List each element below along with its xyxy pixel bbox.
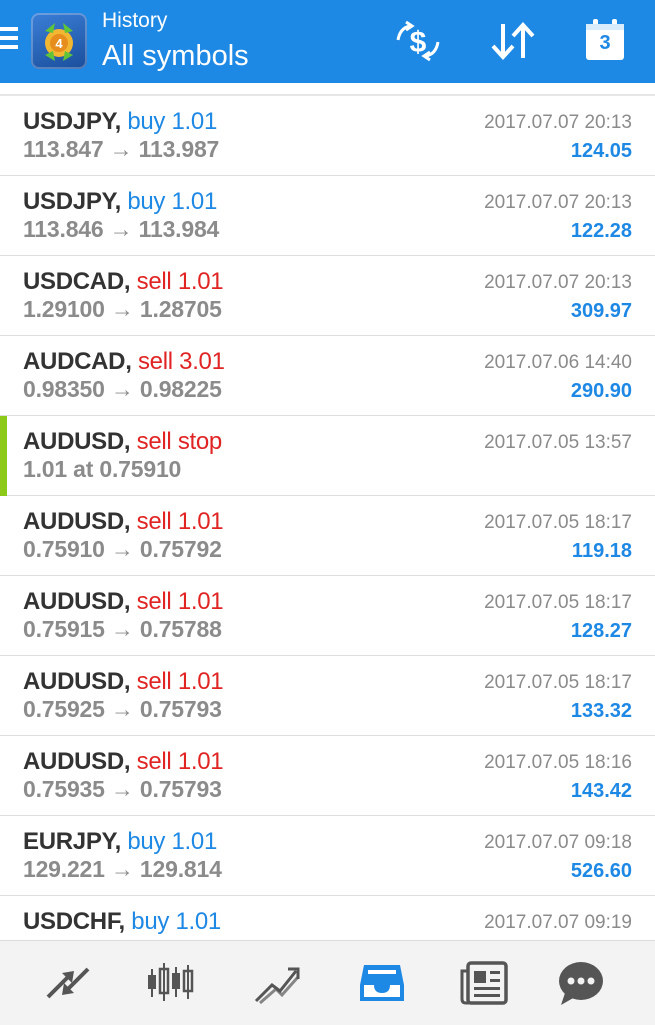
trade-time: 2017.07.07 20:13 (484, 272, 632, 293)
trade-profit: 128.27 (570, 620, 632, 642)
list-item[interactable]: USDJPY, buy 1.01 113.846 → 113.984 2017.… (0, 176, 655, 256)
svg-text:4: 4 (55, 36, 63, 51)
quotes-icon[interactable] (40, 957, 96, 1009)
calendar-icon[interactable]: 3 (582, 18, 634, 64)
price-range: 129.221 → 129.814 (23, 856, 222, 882)
price-range: 1.29100 → 1.28705 (23, 296, 222, 322)
hamburger-menu-icon[interactable] (0, 27, 18, 53)
trade-time: 2017.07.05 18:16 (484, 752, 632, 773)
trade-volume: 1.01 (177, 588, 224, 615)
app-bar: 4 History All symbols $ 3 (0, 0, 655, 83)
trade-profit: 124.05 (570, 140, 632, 162)
trade-side: buy (127, 828, 166, 855)
list-item[interactable]: USDCHF, buy 1.01 2017.07.07 09:19 (0, 896, 655, 942)
trade-side: sell (136, 428, 172, 455)
trade-volume: 1.01 (177, 268, 224, 295)
trade-volume: 1.01 (175, 908, 221, 935)
chat-icon[interactable] (553, 957, 609, 1009)
trade-volume: 1.01 (177, 668, 224, 695)
list-item[interactable]: AUDCAD, sell 3.01 0.98350 → 0.98225 2017… (0, 336, 655, 416)
symbol-name: AUDUSD (23, 508, 124, 535)
trade-time: 2017.07.05 18:17 (484, 592, 632, 613)
trade-time: 2017.07.06 14:40 (484, 352, 632, 373)
trade-volume: 3.01 (179, 348, 225, 375)
symbol-name: USDJPY (23, 108, 115, 135)
list-item[interactable]: EURJPY, buy 1.01 129.221 → 129.814 2017.… (0, 816, 655, 896)
price-range: 113.847 → 113.987 (23, 136, 220, 162)
price-range: 0.75925 → 0.75793 (23, 696, 222, 722)
sort-icon[interactable] (487, 18, 539, 64)
trade-side: buy (127, 188, 166, 215)
trade-time: 2017.07.07 09:19 (484, 912, 632, 933)
trade-profit: 122.28 (570, 220, 632, 242)
trade-time: 2017.07.07 20:13 (484, 112, 632, 133)
trade-volume: 1.01 (171, 108, 218, 135)
trade-profit: 290.90 (570, 380, 632, 402)
symbol-name: USDCHF (23, 908, 119, 935)
trade-time: 2017.07.05 18:17 (484, 672, 632, 693)
currency-exchange-icon[interactable]: $ (392, 18, 444, 64)
trade-profit: 526.60 (570, 860, 632, 882)
pending-order-item[interactable]: AUDUSD, sell stop 1.01 at 0.75910 2017.0… (0, 416, 655, 496)
list-item[interactable]: AUDUSD, sell 1.01 0.75935 → 0.75793 2017… (0, 736, 655, 816)
price-range: 0.75935 → 0.75793 (23, 776, 222, 802)
order-type: stop (177, 428, 222, 455)
calendar-day-number: 3 (599, 32, 611, 54)
trade-side: sell (136, 668, 172, 695)
trade-side: sell (136, 508, 172, 535)
trade-volume: 1.01 (171, 188, 218, 215)
list-item[interactable]: AUDUSD, sell 1.01 0.75915 → 0.75788 2017… (0, 576, 655, 656)
trade-side: sell (136, 748, 172, 775)
price-range: 113.846 → 113.984 (23, 216, 220, 242)
svg-text:$: $ (410, 26, 427, 59)
trade-side: sell (137, 348, 173, 375)
list-item[interactable]: AUDUSD, sell 1.01 0.75925 → 0.75793 2017… (0, 656, 655, 736)
list-item[interactable]: USDJPY, buy 1.01 113.847 → 113.987 2017.… (0, 96, 655, 176)
symbol-name: USDJPY (23, 188, 115, 215)
list-item[interactable]: USDCAD, sell 1.01 1.29100 → 1.28705 2017… (0, 256, 655, 336)
history-icon[interactable] (354, 957, 410, 1009)
trade-time: 2017.07.07 09:18 (484, 832, 632, 853)
news-icon[interactable] (458, 957, 514, 1009)
chart-icon[interactable] (142, 957, 198, 1009)
history-list[interactable]: USDJPY, buy 1.01 113.847 → 113.987 2017.… (0, 94, 655, 942)
price-range: 0.75915 → 0.75788 (23, 616, 222, 642)
trade-profit: 143.42 (570, 780, 632, 802)
trade-time: 2017.07.05 13:57 (484, 432, 632, 453)
price-range: 0.75910 → 0.75792 (23, 536, 222, 562)
symbol-name: AUDUSD (23, 748, 124, 775)
trade-side: buy (131, 908, 170, 935)
trade-profit: 119.18 (571, 540, 632, 562)
symbol-name: AUDUSD (23, 428, 124, 455)
trade-icon[interactable] (250, 957, 306, 1009)
trade-profit: 133.32 (570, 700, 632, 722)
list-item[interactable]: AUDUSD, sell 1.01 0.75910 → 0.75792 2017… (0, 496, 655, 576)
symbol-name: EURJPY (23, 828, 115, 855)
symbol-name: AUDCAD (23, 348, 126, 375)
price-range: 0.98350 → 0.98225 (23, 376, 222, 402)
trade-profit: 309.97 (570, 300, 632, 322)
bottom-navigation (0, 940, 655, 1025)
trade-volume: 1.01 (177, 748, 224, 775)
symbol-name: AUDUSD (23, 588, 124, 615)
trade-time: 2017.07.07 20:13 (484, 192, 632, 213)
trade-side: sell (136, 268, 172, 295)
trade-time: 2017.07.05 18:17 (484, 512, 632, 533)
symbol-name: AUDUSD (23, 668, 124, 695)
trade-side: sell (136, 588, 172, 615)
trade-volume: 1.01 (177, 508, 224, 535)
symbol-name: USDCAD (23, 268, 124, 295)
trade-volume: 1.01 (171, 828, 218, 855)
metatrader-logo-icon[interactable]: 4 (31, 13, 87, 69)
trade-side: buy (127, 108, 166, 135)
header-subtitle: History (102, 9, 168, 32)
order-details: 1.01 at 0.75910 (23, 456, 182, 482)
header-title[interactable]: All symbols (102, 40, 249, 73)
